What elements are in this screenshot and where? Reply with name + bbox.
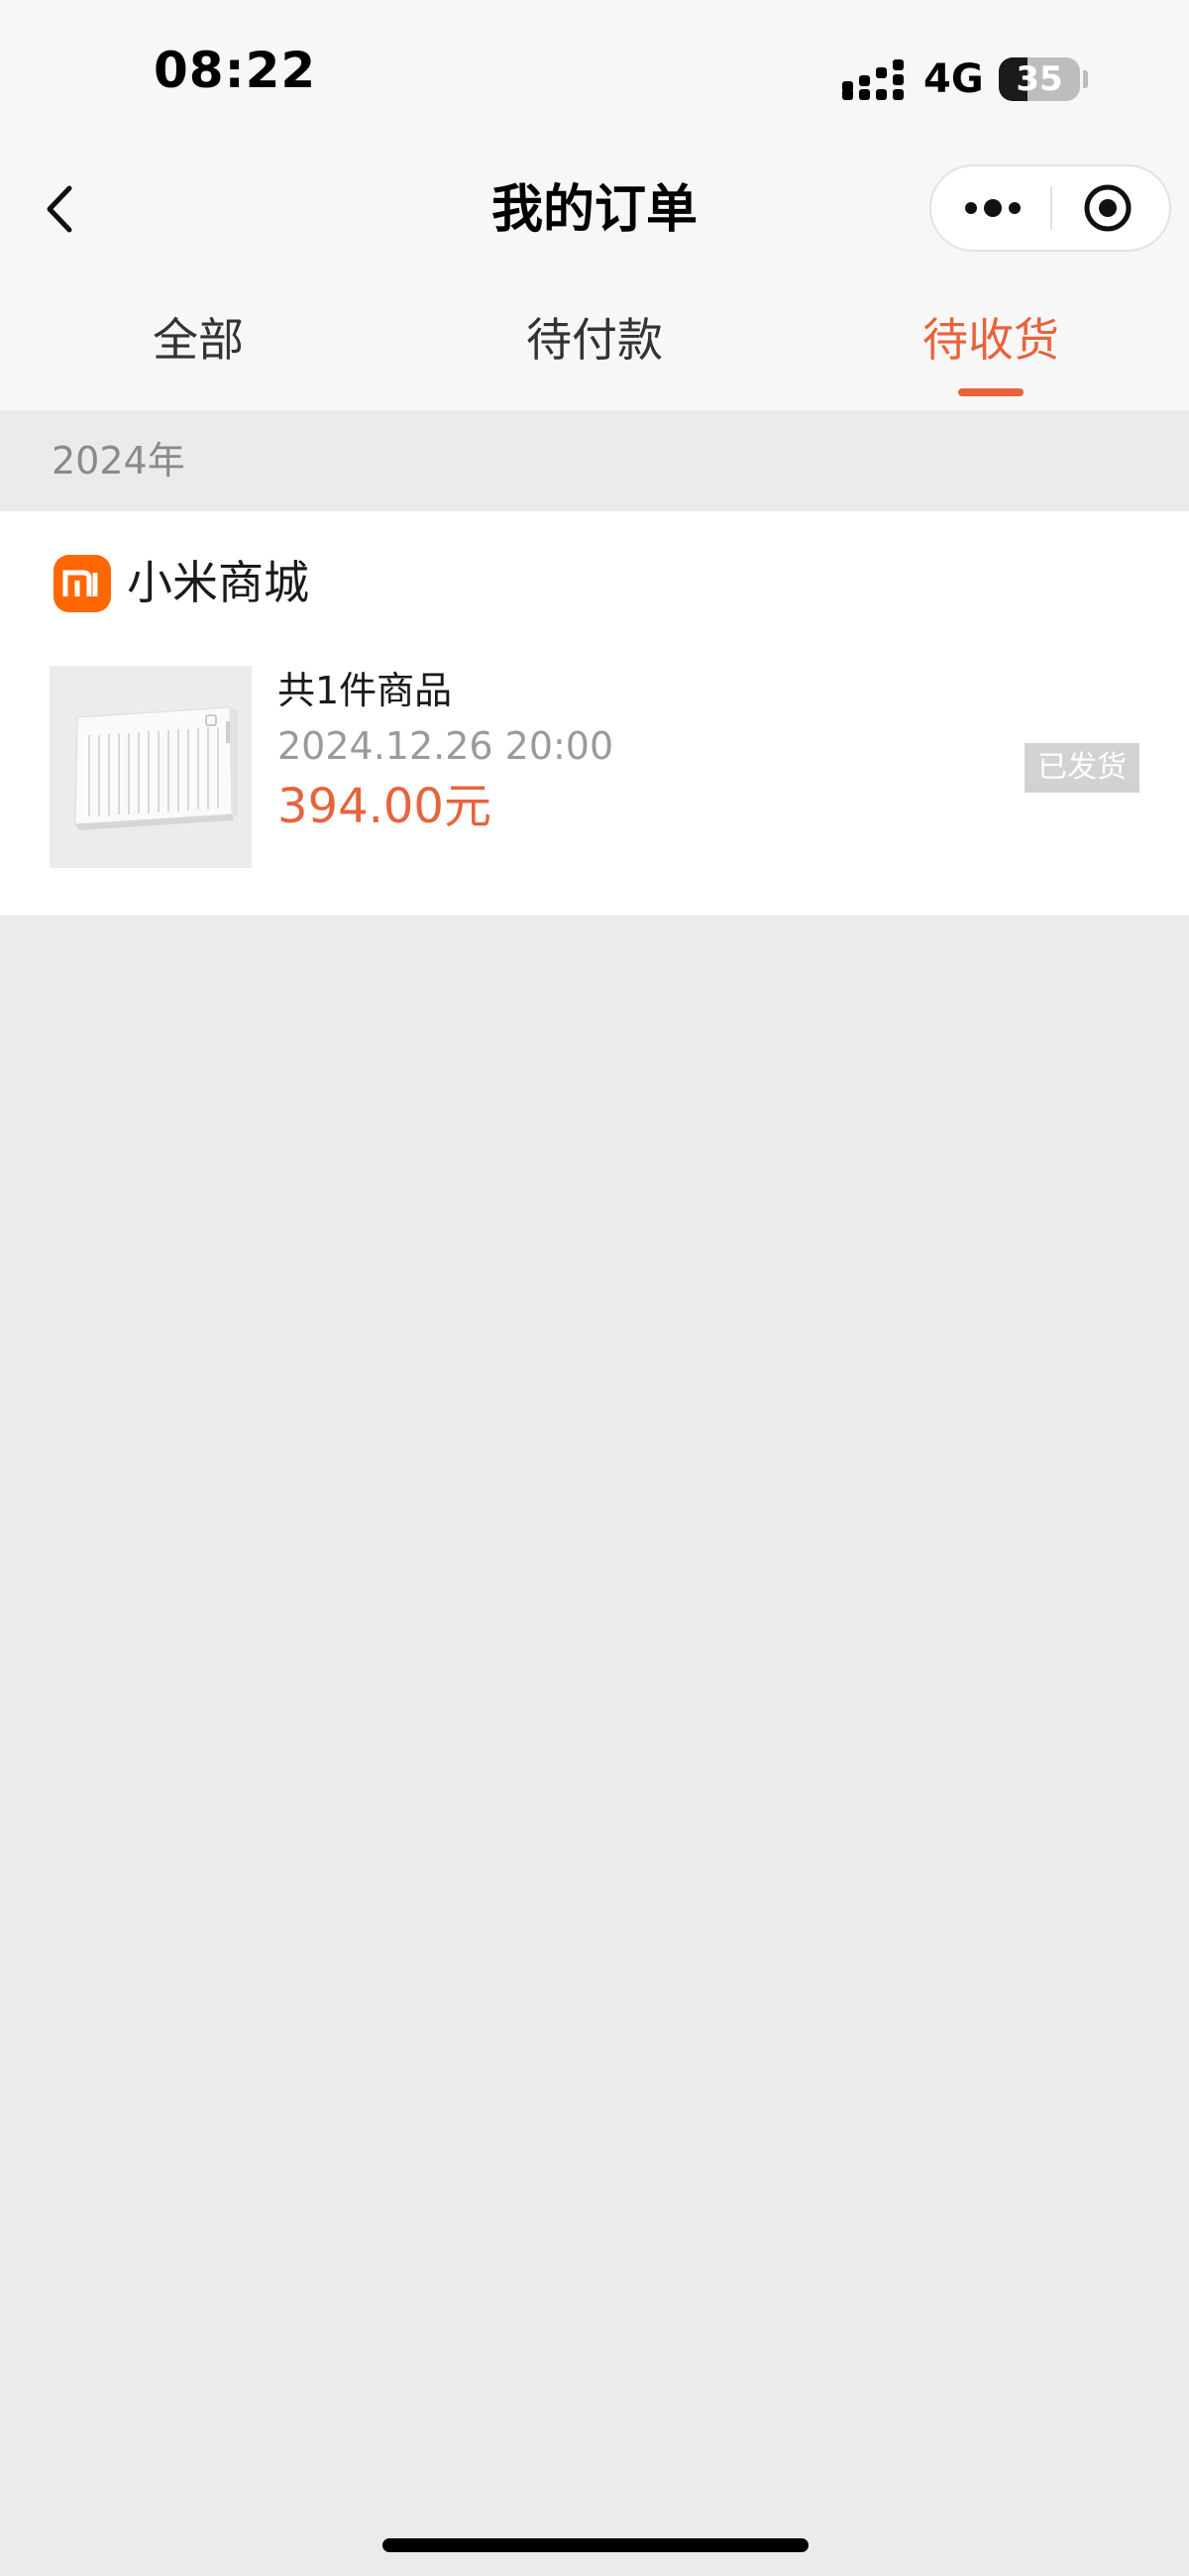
order-tabs: 全部 待付款 待收货 (0, 277, 1189, 410)
year-section-header: 2024年 (0, 410, 1189, 511)
mini-program-capsule (929, 164, 1171, 252)
order-card[interactable]: 小米商城 共1件商品 2024.12.26 20:00 394.00元 已发货 (0, 511, 1189, 915)
network-type: 4G (923, 56, 984, 102)
air-purifier-image (50, 666, 252, 868)
xiaomi-logo-icon (54, 555, 111, 612)
signal-bars-icon (842, 59, 904, 100)
home-indicator (382, 2538, 809, 2552)
shipped-status-badge: 已发货 (1025, 743, 1139, 793)
product-image[interactable] (50, 666, 252, 868)
tab-pending-payment[interactable]: 待付款 (396, 277, 793, 410)
more-dots-icon[interactable] (931, 166, 1050, 250)
active-tab-indicator (958, 388, 1024, 396)
order-time: 2024.12.26 20:00 (277, 724, 614, 768)
order-price: 394.00元 (277, 779, 491, 834)
battery-percent: 35 (1016, 59, 1063, 99)
status-time: 08:22 (154, 42, 317, 99)
store-name: 小米商城 (127, 556, 309, 609)
item-count: 共1件商品 (277, 669, 453, 712)
nav-bar: 我的订单 (0, 149, 1189, 277)
tab-all[interactable]: 全部 (0, 277, 396, 410)
battery-icon: 35 (999, 57, 1080, 101)
target-circle-icon[interactable] (1052, 166, 1169, 250)
battery-cap (1083, 70, 1088, 88)
status-bar: 08:22 4G 35 (0, 0, 1189, 149)
year-label: 2024年 (52, 439, 185, 483)
